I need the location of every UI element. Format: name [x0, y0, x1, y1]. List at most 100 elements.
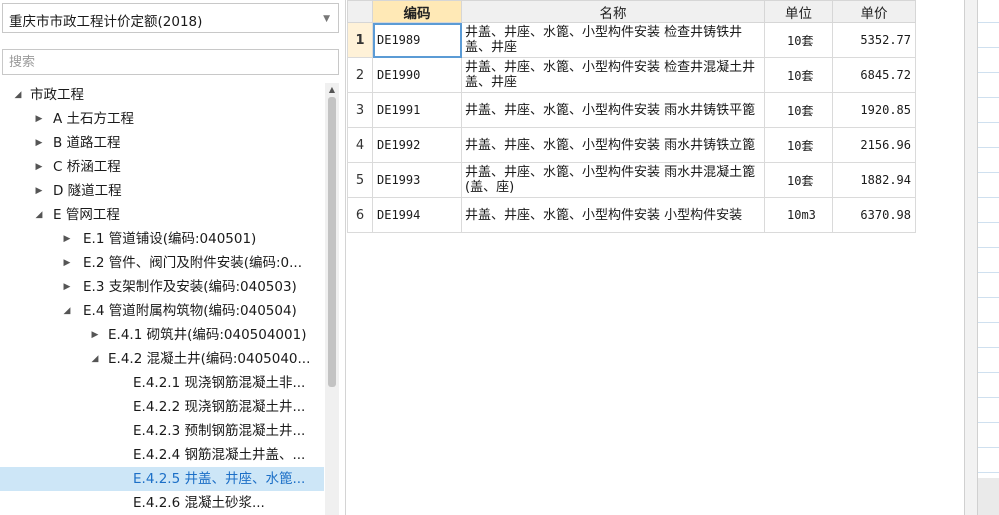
cell-code[interactable]: DE1991 [372, 92, 462, 128]
cell-unit[interactable]: 10套 [764, 92, 833, 128]
tree-node[interactable]: ▶ A 土石方工程 [0, 107, 324, 131]
tree-node[interactable]: ▶ E.2 管件、阀门及附件安装(编码:0... [0, 251, 324, 275]
grid-line [978, 397, 999, 398]
cell-code[interactable]: DE1992 [372, 127, 462, 163]
expand-arrow-icon[interactable]: ▶ [33, 107, 45, 131]
tree-node[interactable]: ▶ D 隧道工程 [0, 179, 324, 203]
cell-code[interactable]: DE1993 [372, 162, 462, 198]
cell-name[interactable]: 井盖、井座、水篦、小型构件安装 雨水井混凝土篦(盖、座) [461, 162, 765, 198]
column-header-unit[interactable]: 单位 [764, 0, 833, 23]
grid-line [978, 147, 999, 148]
tree-node[interactable]: ▶ E.3 支架制作及安装(编码:040503) [0, 275, 324, 299]
cell-price[interactable]: 2156.96 [832, 127, 916, 163]
row-number-header [347, 0, 373, 23]
side-panel-footer [978, 478, 999, 515]
grid-line [978, 272, 999, 273]
tree-node[interactable]: E.4.2.6 混凝土砂浆... [0, 491, 324, 515]
quota-library-select-value: 重庆市市政工程计价定额(2018) [9, 14, 203, 30]
collapse-arrow-icon[interactable]: ◢ [61, 299, 73, 323]
cell-name[interactable]: 井盖、井座、水篦、小型构件安装 检查井混凝土井盖、井座 [461, 57, 765, 93]
tree-node[interactable]: E.4.2.2 现浇钢筋混凝土井... [0, 395, 324, 419]
chevron-down-icon[interactable]: ▼ [323, 14, 330, 24]
tree-node[interactable]: ▶ E.1 管道铺设(编码:040501) [0, 227, 324, 251]
grid-line [978, 347, 999, 348]
tree-node[interactable]: E.4.2.3 预制钢筋混凝土井... [0, 419, 324, 443]
cell-price[interactable]: 6370.98 [832, 197, 916, 233]
tree-node[interactable]: E.4.2.4 钢筋混凝土井盖、... [0, 443, 324, 467]
tree-node[interactable]: E.4.2.5 井盖、井座、水篦... [0, 467, 324, 491]
cell-name[interactable]: 井盖、井座、水篦、小型构件安装 检查井铸铁井盖、井座 [461, 22, 765, 58]
expand-arrow-icon[interactable]: ▶ [89, 323, 101, 347]
collapse-arrow-icon[interactable]: ◢ [12, 83, 24, 107]
cell-price[interactable]: 1920.85 [832, 92, 916, 128]
table-row[interactable]: 5 DE1993 井盖、井座、水篦、小型构件安装 雨水井混凝土篦(盖、座) 10套 18… [347, 162, 916, 198]
cell-unit[interactable]: 10套 [764, 57, 833, 93]
grid-line [978, 247, 999, 248]
tree-node[interactable]: ◢ 市政工程 [0, 83, 324, 107]
scroll-up-icon[interactable]: ▲ [325, 83, 339, 97]
cell-code[interactable]: DE1989 [372, 22, 462, 58]
tree-node[interactable]: ▶ B 道路工程 [0, 131, 324, 155]
table-row[interactable]: 3 DE1991 井盖、井座、水篦、小型构件安装 雨水井铸铁平篦 10套 1920.85 [347, 92, 916, 128]
chapter-tree: ◢ 市政工程 ▶ A 土石方工程 ▶ B 道路工程 ▶ C 桥涵工程 ▶ D 隧道工程 ◢ E 管网工… [0, 83, 324, 515]
tree-scrollbar[interactable]: ▲ [325, 83, 339, 515]
cell-code[interactable]: DE1994 [372, 197, 462, 233]
side-panel-grid [977, 0, 999, 515]
collapse-arrow-icon[interactable]: ◢ [89, 347, 101, 371]
row-number[interactable]: 6 [347, 197, 373, 233]
quota-library-select[interactable]: 重庆市市政工程计价定额(2018) ▼ [2, 3, 339, 33]
row-number[interactable]: 4 [347, 127, 373, 163]
side-panel-strip [964, 0, 999, 515]
cell-unit[interactable]: 10套 [764, 22, 833, 58]
expand-arrow-icon[interactable]: ▶ [33, 131, 45, 155]
cell-price[interactable]: 1882.94 [832, 162, 916, 198]
quota-table-body: 1 DE1989 井盖、井座、水篦、小型构件安装 检查井铸铁井盖、井座 10套 5352… [347, 22, 916, 233]
row-number[interactable]: 5 [347, 162, 373, 198]
row-number[interactable]: 1 [347, 22, 373, 58]
expand-arrow-icon[interactable]: ▶ [61, 227, 73, 251]
search-input[interactable] [3, 50, 338, 74]
tree-node[interactable]: ◢ E 管网工程 [0, 203, 324, 227]
table-row[interactable]: 4 DE1992 井盖、井座、水篦、小型构件安装 雨水井铸铁立篦 10套 2156.96 [347, 127, 916, 163]
expand-arrow-icon[interactable]: ▶ [61, 275, 73, 299]
cell-price[interactable]: 6845.72 [832, 57, 916, 93]
grid-line [978, 172, 999, 173]
tree-scrollbar-thumb[interactable] [328, 97, 336, 387]
cell-unit[interactable]: 10套 [764, 162, 833, 198]
expand-arrow-icon[interactable]: ▶ [61, 251, 73, 275]
tree-node[interactable]: ▶ E.4.1 砌筑井(编码:040504001) [0, 323, 324, 347]
search-field[interactable] [2, 49, 339, 75]
row-number[interactable]: 2 [347, 57, 373, 93]
table-row[interactable]: 1 DE1989 井盖、井座、水篦、小型构件安装 检查井铸铁井盖、井座 10套 5352… [347, 22, 916, 58]
tree-node[interactable]: ◢ E.4 管道附属构筑物(编码:040504) [0, 299, 324, 323]
tree-node-label: A 土石方工程 [53, 111, 135, 127]
tree-node-label: C 桥涵工程 [53, 159, 121, 175]
tree-node[interactable]: ▶ C 桥涵工程 [0, 155, 324, 179]
cell-name[interactable]: 井盖、井座、水篦、小型构件安装 小型构件安装 [461, 197, 765, 233]
cell-code[interactable]: DE1990 [372, 57, 462, 93]
expand-arrow-icon[interactable]: ▶ [33, 155, 45, 179]
expand-arrow-icon[interactable]: ▶ [33, 179, 45, 203]
quota-table: 编码 名称 单位 单价 1 DE1989 井盖、井座、水篦、小型构件安装 检查井铸铁… [347, 0, 916, 233]
table-row[interactable]: 2 DE1990 井盖、井座、水篦、小型构件安装 检查井混凝土井盖、井座 10套 684… [347, 57, 916, 93]
tree-node-label: E.4.2.3 预制钢筋混凝土井... [133, 423, 306, 439]
grid-line [978, 97, 999, 98]
cell-price[interactable]: 5352.77 [832, 22, 916, 58]
cell-unit[interactable]: 10m3 [764, 197, 833, 233]
cell-name[interactable]: 井盖、井座、水篦、小型构件安装 雨水井铸铁平篦 [461, 92, 765, 128]
table-row[interactable]: 6 DE1994 井盖、井座、水篦、小型构件安装 小型构件安装 10m3 6370.98 [347, 197, 916, 233]
quota-library-window: 重庆市市政工程计价定额(2018) ▼ ◢ 市政工程 ▶ A 土石方工程 ▶ B 道路工程… [0, 0, 999, 515]
tree-node[interactable]: ◢ E.4.2 混凝土井(编码:0405040... [0, 347, 324, 371]
tree-node-label: E.4.2.5 井盖、井座、水篦... [133, 471, 306, 487]
column-header-name[interactable]: 名称 [461, 0, 765, 23]
cell-unit[interactable]: 10套 [764, 127, 833, 163]
tree-node[interactable]: E.4.2.1 现浇钢筋混凝土非... [0, 371, 324, 395]
grid-line [978, 322, 999, 323]
cell-name[interactable]: 井盖、井座、水篦、小型构件安装 雨水井铸铁立篦 [461, 127, 765, 163]
collapse-arrow-icon[interactable]: ◢ [33, 203, 45, 227]
tree-node-label: E.4.2.4 钢筋混凝土井盖、... [133, 447, 306, 463]
column-header-price[interactable]: 单价 [832, 0, 916, 23]
tree-node-label: B 道路工程 [53, 135, 121, 151]
column-header-code[interactable]: 编码 [372, 0, 462, 23]
row-number[interactable]: 3 [347, 92, 373, 128]
